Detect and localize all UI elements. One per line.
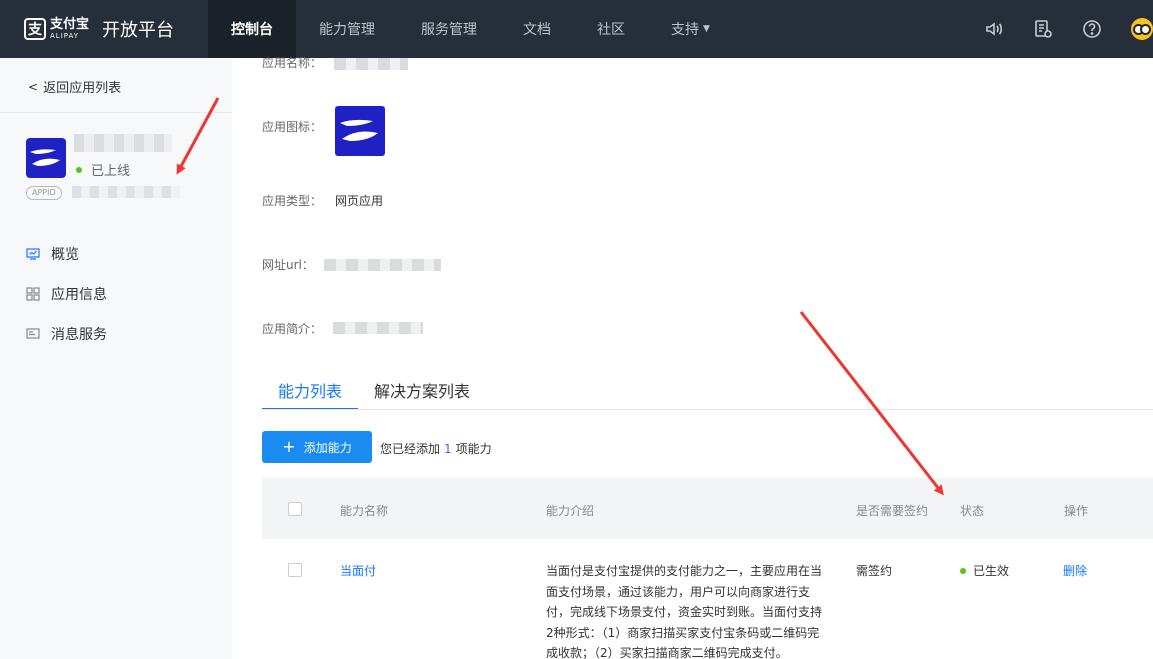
tab-capability-list[interactable]: 能力列表 <box>262 378 359 410</box>
nav-capability-management[interactable]: 能力管理 <box>296 0 398 58</box>
caret-down-icon: ▼ <box>703 24 710 34</box>
app-name-label: 应用名称： <box>262 56 323 70</box>
nav-support[interactable]: 支持 ▼ <box>648 0 733 58</box>
nav-console[interactable]: 控制台 <box>208 0 296 58</box>
app-type-value: 网页应用 <box>335 194 384 208</box>
divider <box>0 112 232 113</box>
status-dot-icon <box>960 567 966 574</box>
notice-doc-icon[interactable] <box>1033 19 1053 39</box>
th-capability-desc: 能力介绍 <box>546 504 595 518</box>
speaker-icon[interactable] <box>984 19 1004 39</box>
appid-redacted <box>72 186 180 198</box>
app-intro-label: 应用简介： <box>262 322 323 336</box>
th-actions: 操作 <box>1064 504 1089 518</box>
th-need-sign: 是否需要签约 <box>856 504 929 518</box>
th-capability-name: 能力名称 <box>340 504 389 518</box>
tabs: 能力列表 解决方案列表 <box>262 378 486 410</box>
main-nav: 控制台 能力管理 服务管理 文档 社区 支持 ▼ <box>208 0 733 58</box>
row-checkbox[interactable] <box>288 563 302 577</box>
status-dot-icon <box>76 166 82 173</box>
plus-icon: + <box>282 437 296 456</box>
capability-name-link[interactable]: 当面付 <box>340 562 376 579</box>
chevron-left-icon: < <box>28 79 39 94</box>
app-name-value-redacted <box>334 58 408 70</box>
nav-service-management[interactable]: 服务管理 <box>398 0 500 58</box>
sidebar-item-app-info[interactable]: 应用信息 <box>26 274 107 314</box>
sidebar-item-overview[interactable]: 概览 <box>26 234 107 274</box>
message-service-icon <box>26 328 40 339</box>
app-icon <box>26 138 66 178</box>
tab-solution-list[interactable]: 解决方案列表 <box>358 378 486 410</box>
table-header: 能力名称 能力介绍 是否需要签约 状态 操作 <box>262 478 1153 539</box>
app-url-value-redacted <box>324 259 441 271</box>
app-intro-value-redacted <box>333 322 423 334</box>
table-row: 当面付 当面付是支付宝提供的支付能力之一，主要应用在当面支付场景，通过该能力，用… <box>262 539 1153 659</box>
app-type-label: 应用类型： <box>262 194 323 208</box>
sign-requirement: 需签约 <box>856 564 893 578</box>
logo-en-text: ALIPAY <box>50 32 80 40</box>
platform-title: 开放平台 <box>102 20 175 41</box>
app-status: 已上线 <box>76 160 130 179</box>
nav-docs[interactable]: 文档 <box>500 0 574 58</box>
app-icon-label: 应用图标： <box>262 120 323 134</box>
help-icon[interactable] <box>1082 19 1102 39</box>
delete-link[interactable]: 删除 <box>1063 562 1087 579</box>
sidebar-item-message-service[interactable]: 消息服务 <box>26 314 107 354</box>
grid-apps-icon <box>26 287 40 301</box>
app-icon-large <box>335 106 385 156</box>
tabs-divider <box>262 409 1153 410</box>
nav-community[interactable]: 社区 <box>574 0 648 58</box>
th-status: 状态 <box>960 504 985 518</box>
top-navbar: 支 支付宝 ALIPAY 开放平台 控制台 能力管理 服务管理 文档 社区 支持… <box>0 0 1153 58</box>
back-to-app-list-link[interactable]: < 返回应用列表 <box>28 77 121 97</box>
capability-description: 当面付是支付宝提供的支付能力之一，主要应用在当面支付场景，通过该能力，用户可以向… <box>546 564 823 659</box>
sidebar: < 返回应用列表 已上线 APPID 概览 应用信息 消息服务 <box>0 58 232 659</box>
sidebar-menu: 概览 应用信息 消息服务 <box>26 234 107 354</box>
logo-cn-text: 支付宝 <box>50 17 90 32</box>
top-icons <box>984 0 1153 58</box>
main-content: 应用名称： 应用图标： 应用类型： 网页应用 网址url： 应用简介： 能力列表… <box>232 56 1153 659</box>
user-avatar[interactable] <box>1131 18 1153 40</box>
capability-status: 已生效 <box>960 562 1009 579</box>
alipay-logo[interactable]: 支 支付宝 ALIPAY 开放平台 <box>0 0 208 58</box>
select-all-checkbox[interactable] <box>288 502 302 516</box>
alipay-logo-icon: 支 <box>24 18 46 40</box>
appid-badge: APPID <box>26 186 62 200</box>
added-count-info: 您已经添加 1 项能力 <box>380 442 492 456</box>
app-url-label: 网址url： <box>262 258 314 272</box>
overview-monitor-icon <box>26 248 40 260</box>
app-name-redacted <box>74 134 172 152</box>
add-capability-button[interactable]: + 添加能力 <box>262 431 372 463</box>
